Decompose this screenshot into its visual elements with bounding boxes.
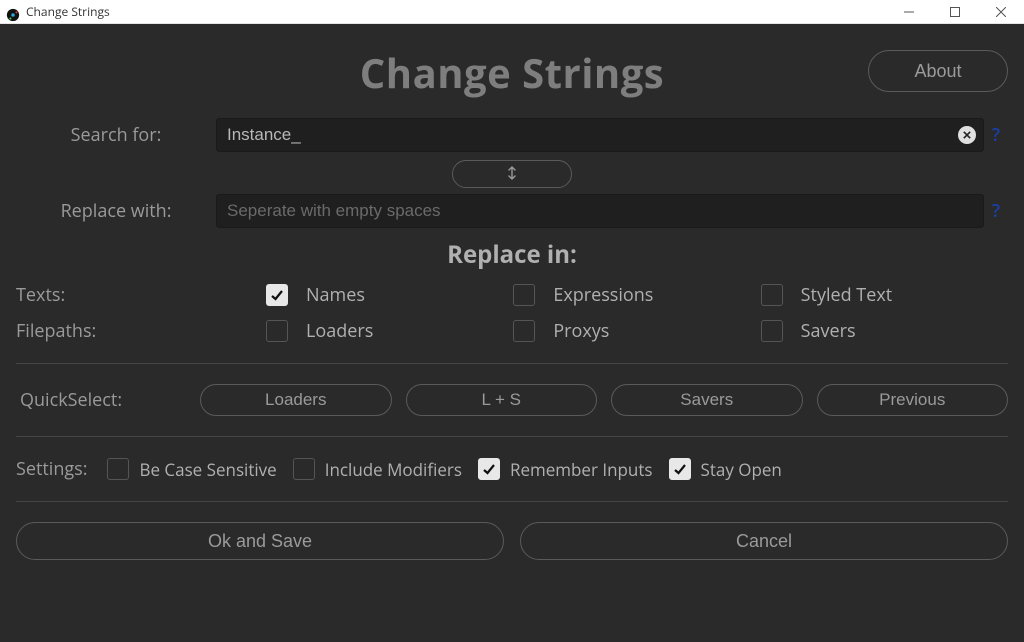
cancel-button[interactable]: Cancel [520,522,1008,560]
about-button[interactable]: About [868,50,1008,92]
quickselect-previous-button[interactable]: Previous [817,384,1009,416]
loaders-checkbox[interactable]: Loaders [266,319,513,343]
remember-inputs-checkbox[interactable]: Remember Inputs [478,458,653,481]
divider [16,501,1008,502]
texts-label: Texts: [16,283,266,307]
search-input[interactable] [216,118,984,152]
case-sensitive-label: Be Case Sensitive [139,458,276,481]
maximize-button[interactable] [932,0,978,23]
include-modifiers-checkbox[interactable]: Include Modifiers [293,458,462,481]
divider [16,363,1008,364]
replace-in-title: Replace in: [16,238,1008,271]
window-title: Change Strings [26,3,110,20]
quickselect-l-plus-s-button[interactable]: L + S [406,384,598,416]
swap-icon [505,166,519,183]
case-sensitive-checkbox[interactable]: Be Case Sensitive [107,458,276,481]
names-checkbox[interactable]: Names [266,283,513,307]
replace-help-link[interactable]: ? [984,199,1008,223]
search-help-link[interactable]: ? [984,123,1008,147]
proxys-checkbox[interactable]: Proxys [513,319,760,343]
close-window-button[interactable] [978,0,1024,23]
settings-label: Settings: [16,457,87,481]
savers-label: Savers [801,319,856,343]
clear-search-icon[interactable] [958,126,976,144]
remember-inputs-label: Remember Inputs [510,458,653,481]
quickselect-savers-button[interactable]: Savers [611,384,803,416]
titlebar: Change Strings [0,0,1024,24]
minimize-button[interactable] [886,0,932,23]
stay-open-label: Stay Open [701,458,782,481]
include-modifiers-label: Include Modifiers [325,458,462,481]
ok-and-save-button[interactable]: Ok and Save [16,522,504,560]
replace-with-label: Replace with: [16,199,216,223]
names-label: Names [306,283,365,307]
proxys-label: Proxys [553,319,609,343]
app-icon [6,5,20,19]
styled-text-checkbox[interactable]: Styled Text [761,283,1008,307]
quickselect-loaders-button[interactable]: Loaders [200,384,392,416]
page-title: Change Strings [360,45,664,100]
expressions-label: Expressions [553,283,653,307]
savers-checkbox[interactable]: Savers [761,319,1008,343]
styled-text-label: Styled Text [801,283,893,307]
search-for-label: Search for: [16,123,216,147]
divider [16,436,1008,437]
swap-button[interactable] [452,160,572,188]
quickselect-label: QuickSelect: [16,388,186,412]
filepaths-label: Filepaths: [16,319,266,343]
stay-open-checkbox[interactable]: Stay Open [669,458,782,481]
expressions-checkbox[interactable]: Expressions [513,283,760,307]
app-body: Change Strings About Search for: ? Repla… [0,24,1024,642]
replace-input[interactable] [216,194,984,228]
loaders-label: Loaders [306,319,373,343]
